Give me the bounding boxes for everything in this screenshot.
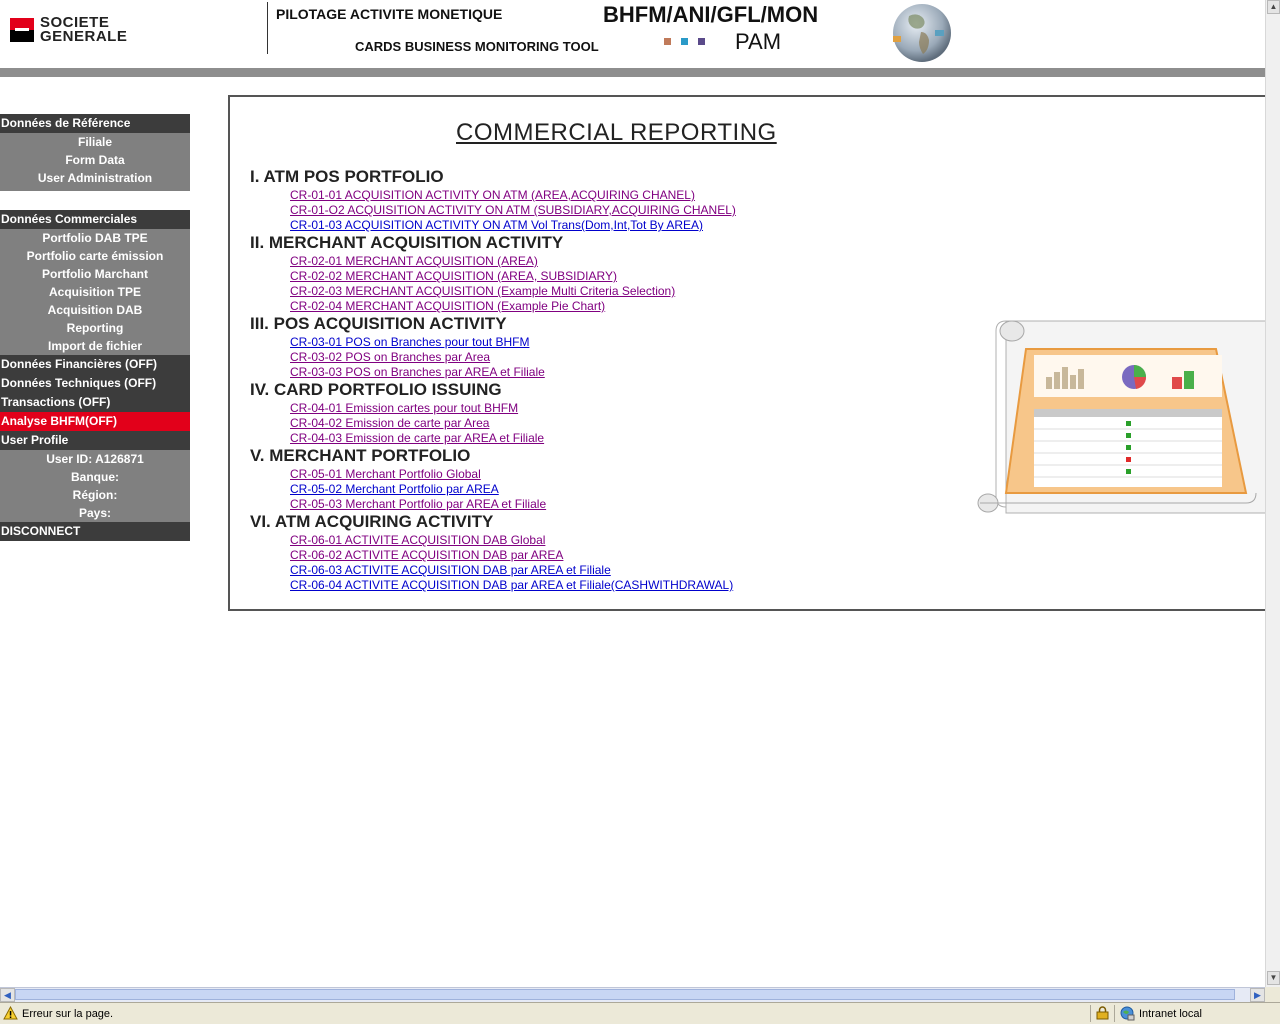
pays-label: Pays: bbox=[0, 504, 190, 522]
commercial-reporting-panel: COMMERCIAL REPORTING I. ATM POS PORTFOLI… bbox=[228, 95, 1267, 611]
header-code: BHFM/ANI/GFL/MON bbox=[603, 2, 819, 27]
section-title-atm-acquiring: VI. ATM ACQUIRING ACTIVITY bbox=[250, 512, 494, 531]
report-link-cr-01-02[interactable]: CR-01-O2 ACQUISITION ACTIVITY ON ATM (SU… bbox=[290, 203, 736, 217]
region-label: Région: bbox=[0, 486, 190, 504]
browser-status-bar: Erreur sur la page. Intranet local bbox=[0, 1002, 1280, 1024]
report-link-cr-06-02[interactable]: CR-06-02 ACTIVITE ACQUISITION DAB par AR… bbox=[290, 548, 563, 562]
menu-header-transactions[interactable]: Transactions (OFF) bbox=[0, 393, 190, 412]
color-dot-icon bbox=[664, 38, 671, 45]
report-link-cr-05-01[interactable]: CR-05-01 Merchant Portfolio Global bbox=[290, 467, 481, 481]
menu-header-financial-data[interactable]: Données Financières (OFF) bbox=[0, 355, 190, 374]
report-link-cr-02-01[interactable]: CR-02-01 MERCHANT ACQUISITION (AREA) bbox=[290, 254, 538, 268]
scrollbar-corner bbox=[1265, 987, 1280, 1002]
scroll-up-icon[interactable]: ▲ bbox=[1267, 0, 1280, 14]
menu-item-import-fichier[interactable]: Import de fichier bbox=[0, 337, 190, 355]
status-separator bbox=[1114, 1005, 1115, 1022]
report-link-cr-02-04[interactable]: CR-02-04 MERCHANT ACQUISITION (Example P… bbox=[290, 299, 605, 313]
menu-header-analyse-bhfm[interactable]: Analyse BHFM(OFF) bbox=[0, 412, 190, 431]
report-link-cr-02-03[interactable]: CR-02-03 MERCHANT ACQUISITION (Example M… bbox=[290, 284, 675, 298]
report-link-cr-04-01[interactable]: CR-04-01 Emission cartes pour tout BHFM bbox=[290, 401, 518, 415]
user-id-label: User ID: A126871 bbox=[0, 450, 190, 468]
report-link-cr-04-03[interactable]: CR-04-03 Emission de carte par AREA et F… bbox=[290, 431, 544, 445]
globe-icon bbox=[893, 4, 951, 62]
menu-item-acquisition-tpe[interactable]: Acquisition TPE bbox=[0, 283, 190, 301]
scroll-left-icon[interactable]: ◀ bbox=[0, 988, 15, 1002]
security-zone-label: Intranet local bbox=[1139, 1008, 1202, 1020]
scroll-down-icon[interactable]: ▼ bbox=[1267, 971, 1280, 985]
menu-item-portfolio-carte-emission[interactable]: Portfolio carte émission bbox=[0, 247, 190, 265]
section-title-merchant-acquisition: II. MERCHANT ACQUISITION ACTIVITY bbox=[250, 233, 564, 252]
menu-header-technical-data[interactable]: Données Techniques (OFF) bbox=[0, 374, 190, 393]
menu-item-portfolio-dab-tpe[interactable]: Portfolio DAB TPE bbox=[0, 229, 190, 247]
warning-icon[interactable] bbox=[3, 1006, 18, 1020]
report-link-cr-03-03[interactable]: CR-03-03 POS on Branches par AREA et Fil… bbox=[290, 365, 545, 379]
section-title-card-portfolio-issuing: IV. CARD PORTFOLIO ISSUING bbox=[250, 380, 502, 399]
menu-header-user-profile[interactable]: User Profile bbox=[0, 431, 190, 450]
report-link-cr-05-02[interactable]: CR-05-02 Merchant Portfolio par AREA bbox=[290, 482, 499, 496]
scroll-right-icon[interactable]: ▶ bbox=[1250, 988, 1265, 1002]
report-link-cr-02-02[interactable]: CR-02-02 MERCHANT ACQUISITION (AREA, SUB… bbox=[290, 269, 617, 283]
disconnect-button[interactable]: DISCONNECT bbox=[0, 522, 190, 541]
menu-gap bbox=[0, 191, 190, 210]
report-link-cr-03-01[interactable]: CR-03-01 POS on Branches pour tout BHFM bbox=[290, 335, 529, 349]
left-navigation-menu: Données de Référence Filiale Form Data U… bbox=[0, 114, 190, 541]
report-link-cr-01-03[interactable]: CR-01-03 ACQUISITION ACTIVITY ON ATM Vol… bbox=[290, 218, 703, 232]
menu-item-form-data[interactable]: Form Data bbox=[0, 151, 190, 169]
banque-label: Banque: bbox=[0, 468, 190, 486]
status-message: Erreur sur la page. bbox=[22, 1008, 114, 1020]
report-link-cr-06-04[interactable]: CR-06-04 ACTIVITE ACQUISITION DAB par AR… bbox=[290, 578, 733, 592]
report-link-cr-01-01[interactable]: CR-01-01 ACQUISITION ACTIVITY ON ATM (AR… bbox=[290, 188, 695, 202]
vertical-scrollbar[interactable]: ▲ ▼ bbox=[1265, 0, 1280, 987]
section-title-atm-pos-portfolio: I. ATM POS PORTFOLIO bbox=[250, 167, 444, 186]
report-scroll-illustration-icon bbox=[977, 320, 1267, 514]
report-link-cr-06-03[interactable]: CR-06-03 ACTIVITE ACQUISITION DAB par AR… bbox=[290, 563, 611, 577]
horizontal-scroll-thumb[interactable] bbox=[15, 989, 1235, 1000]
report-link-cr-06-01[interactable]: CR-06-01 ACTIVITE ACQUISITION DAB Global bbox=[290, 533, 545, 547]
header-subtitle-cards: CARDS BUSINESS MONITORING TOOL bbox=[355, 39, 599, 54]
report-link-cr-03-02[interactable]: CR-03-02 POS on Branches par Area bbox=[290, 350, 490, 364]
page-title: COMMERCIAL REPORTING bbox=[456, 119, 777, 146]
color-dot-icon bbox=[681, 38, 688, 45]
menu-header-reference-data[interactable]: Données de Référence bbox=[0, 114, 190, 133]
status-separator bbox=[1090, 1005, 1091, 1022]
header-subtitle-pilotage: PILOTAGE ACTIVITE MONETIQUE bbox=[276, 6, 503, 22]
menu-item-portfolio-marchant[interactable]: Portfolio Marchant bbox=[0, 265, 190, 283]
report-link-cr-05-03[interactable]: CR-05-03 Merchant Portfolio par AREA et … bbox=[290, 497, 546, 511]
header-separator-bar bbox=[0, 68, 1265, 77]
color-dot-icon bbox=[698, 38, 705, 45]
lock-icon bbox=[1096, 1006, 1109, 1020]
menu-item-reporting[interactable]: Reporting bbox=[0, 319, 190, 337]
menu-item-user-administration[interactable]: User Administration bbox=[0, 169, 190, 187]
section-title-pos-acquisition: III. POS ACQUISITION ACTIVITY bbox=[250, 314, 507, 333]
report-link-cr-04-02[interactable]: CR-04-02 Emission de carte par Area bbox=[290, 416, 489, 430]
logo-text: SOCIETE GENERALE bbox=[40, 14, 128, 45]
horizontal-scrollbar[interactable]: ◀ ▶ bbox=[0, 987, 1265, 1002]
header-pam: PAM bbox=[735, 29, 782, 54]
menu-item-filiale[interactable]: Filiale bbox=[0, 133, 190, 151]
menu-item-acquisition-dab[interactable]: Acquisition DAB bbox=[0, 301, 190, 319]
intranet-globe-icon bbox=[1120, 1006, 1135, 1021]
menu-header-commercial-data[interactable]: Données Commerciales bbox=[0, 210, 190, 229]
page-header: SOCIETE GENERALE PILOTAGE ACTIVITE MONET… bbox=[0, 0, 1265, 68]
section-title-merchant-portfolio: V. MERCHANT PORTFOLIO bbox=[250, 446, 471, 465]
header-divider bbox=[267, 2, 268, 54]
societe-generale-logo-icon bbox=[10, 18, 34, 42]
